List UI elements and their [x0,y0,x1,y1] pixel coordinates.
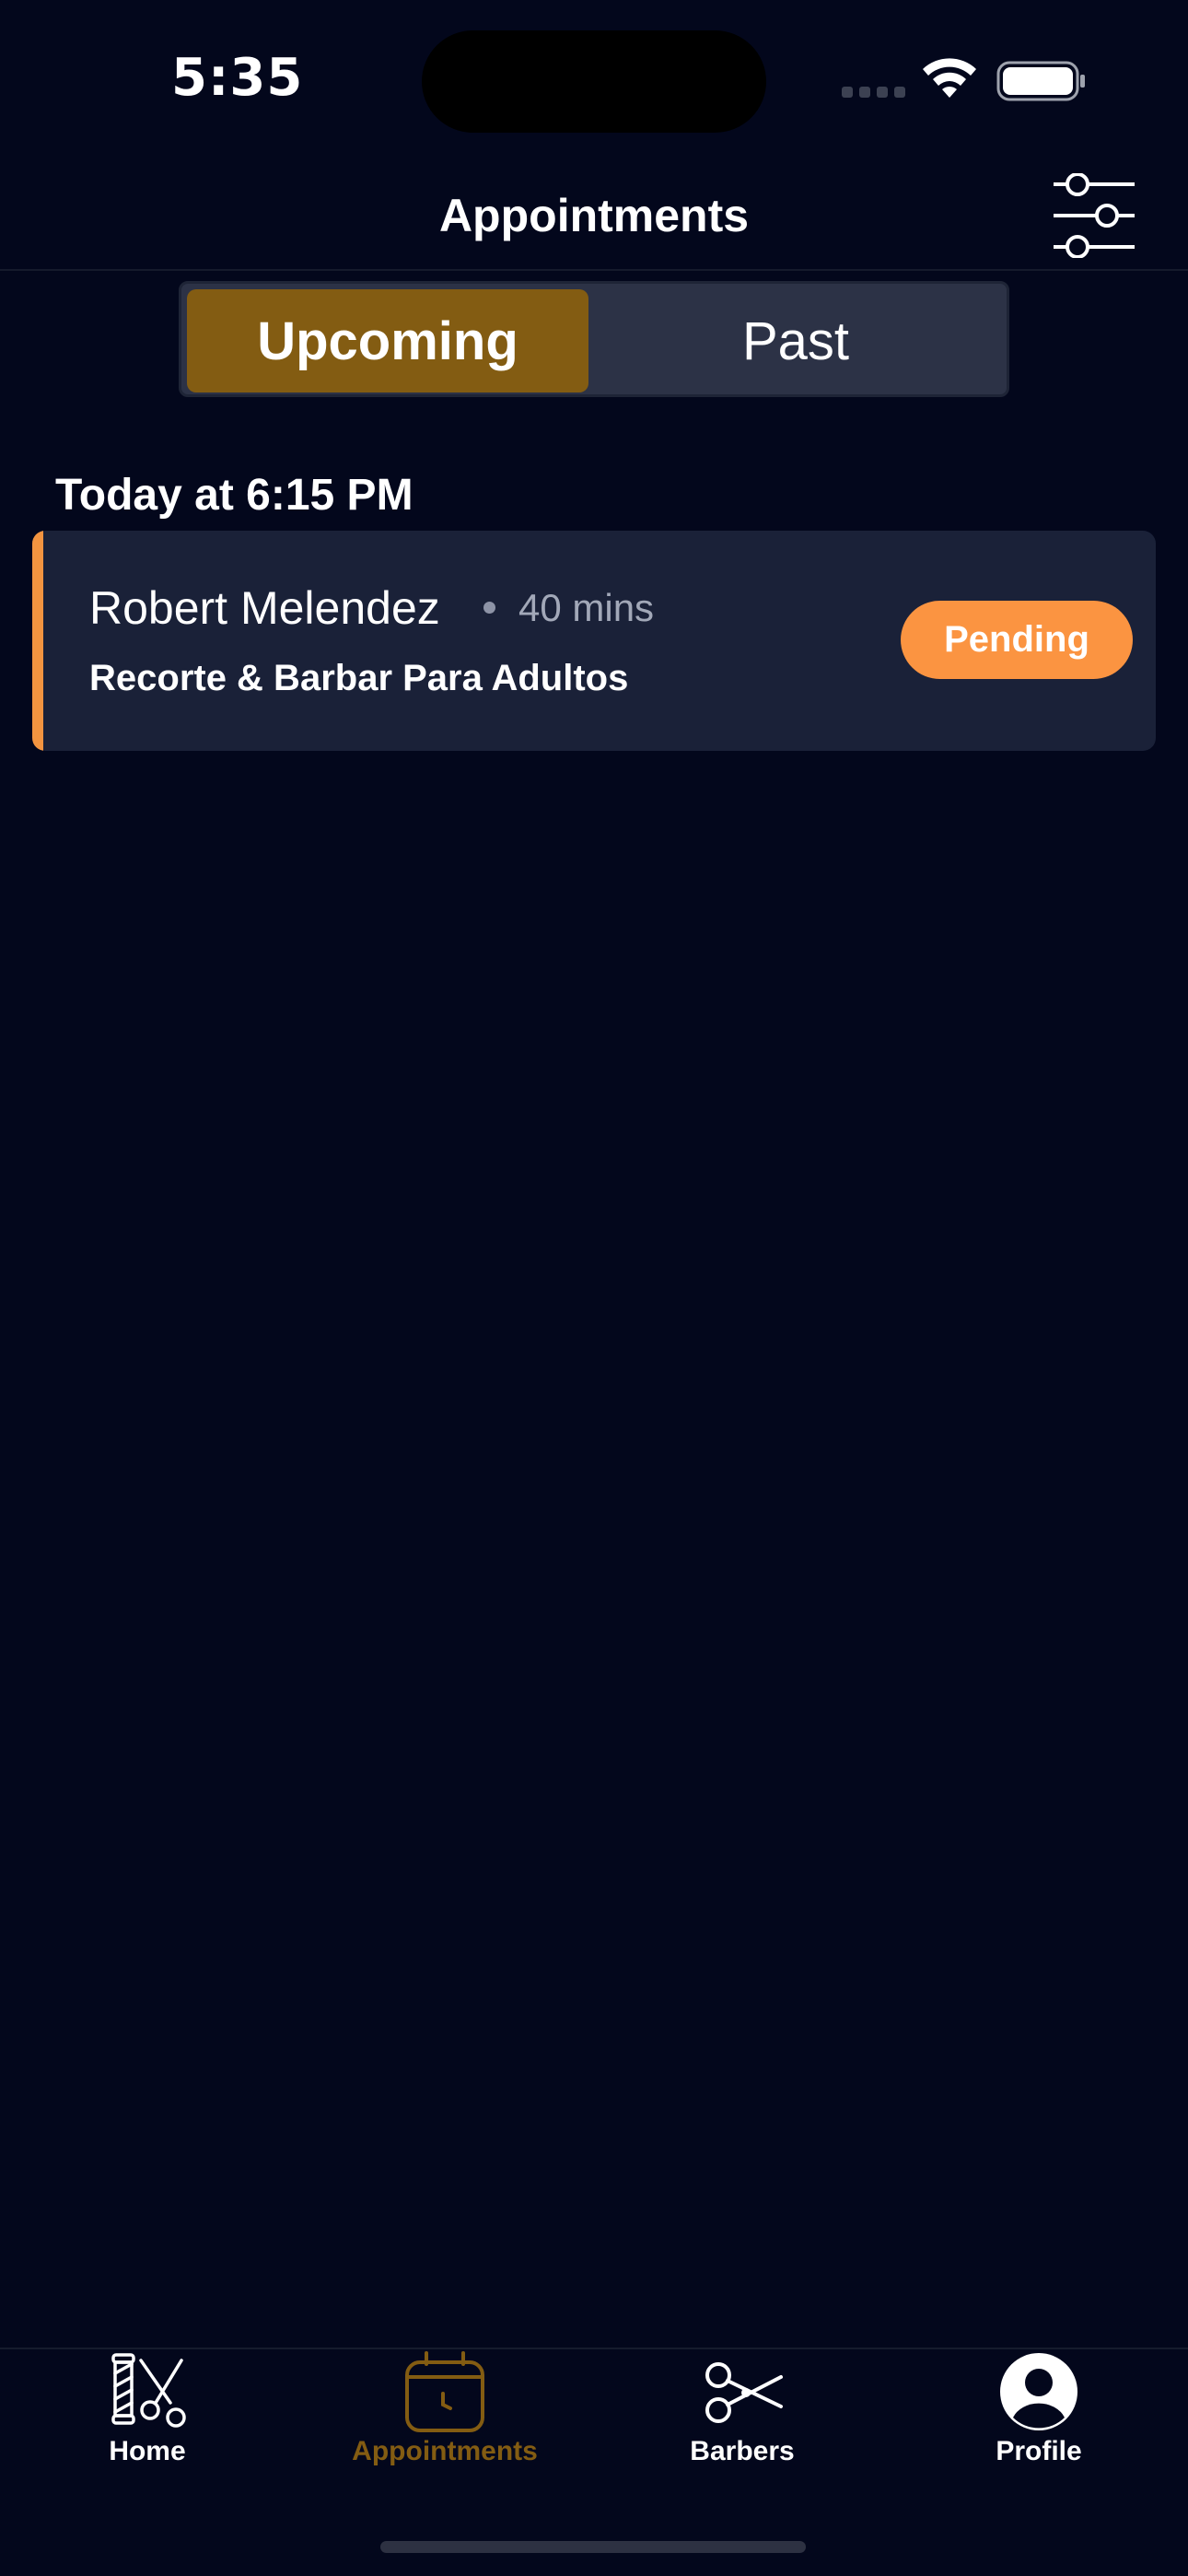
dynamic-island [422,30,766,133]
status-time: 5:35 [171,48,304,108]
tab-profile[interactable]: Profile [919,2351,1159,2480]
battery-icon [996,61,1085,101]
tabbar-divider [0,2348,1188,2349]
calendar-clock-icon [405,2351,484,2432]
segmented-control: Upcoming Past [179,281,1009,397]
tab-label-profile: Profile [996,2436,1082,2466]
card-accent-bar [32,531,43,751]
home-indicator [380,2541,806,2553]
tab-appointments[interactable]: Appointments [325,2351,565,2480]
tab-label-home: Home [109,2436,186,2466]
tab-past[interactable]: Past [588,289,1003,392]
tab-label-appointments: Appointments [352,2436,538,2466]
client-name: Robert Melendez [89,582,440,634]
cellular-signal-icon [842,87,905,98]
header-divider [0,269,1188,271]
tab-label-barbers: Barbers [690,2436,795,2466]
page-title: Appointments [438,190,750,241]
tab-upcoming[interactable]: Upcoming [187,289,588,392]
tab-barbers[interactable]: Barbers [623,2351,862,2480]
separator-dot [483,602,495,614]
appointment-card[interactable]: Robert Melendez 40 mins Recorte & Barbar… [32,531,1156,751]
service-name: Recorte & Barbar Para Adultos [89,658,629,698]
scissors-icon [705,2362,783,2423]
status-badge: Pending [901,601,1133,679]
wifi-icon [923,58,976,98]
barber-pole-scissors-icon [111,2353,186,2428]
appointment-duration: 40 mins [518,586,655,629]
user-avatar-icon [1000,2353,1077,2430]
sliders-icon[interactable] [1050,173,1138,258]
tab-home[interactable]: Home [28,2351,267,2480]
section-heading: Today at 6:15 PM [55,471,413,520]
